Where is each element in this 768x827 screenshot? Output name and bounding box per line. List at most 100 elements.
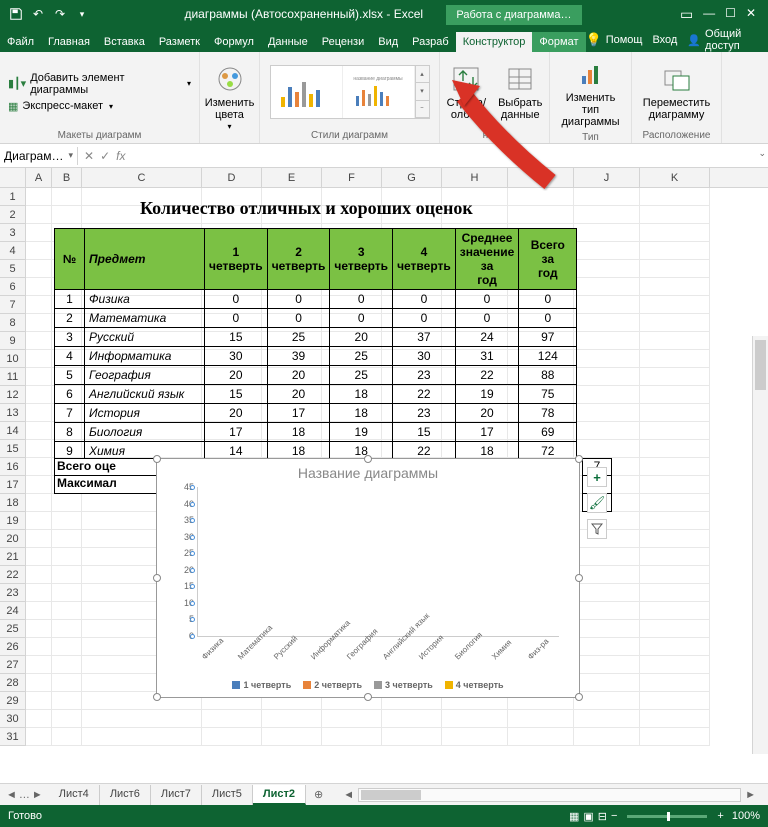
row-header[interactable]: 27 [0,656,26,674]
row-header[interactable]: 6 [0,278,26,296]
cancel-formula-icon[interactable]: ✕ [84,149,94,163]
zoom-level[interactable]: 100% [732,810,760,822]
sheet-tab[interactable]: Лист2 [253,785,306,805]
tab-review[interactable]: Рецензи [315,32,372,52]
formula-input[interactable] [131,154,768,158]
chart-legend[interactable]: 1 четверть 2 четверть 3 четверть 4 четве… [157,680,579,690]
chart-title[interactable]: Название диаграммы [157,459,579,487]
row-header[interactable]: 31 [0,728,26,746]
style-thumb-2[interactable]: название диаграммы [343,66,415,118]
horizontal-scrollbar[interactable]: ◄► [339,788,760,802]
vertical-scrollbar[interactable] [752,336,768,754]
row-header[interactable]: 24 [0,602,26,620]
row-header[interactable]: 10 [0,350,26,368]
qat-more-icon[interactable]: ▾ [74,6,90,22]
embedded-chart[interactable]: Название диаграммы 051015202530354045 Фи… [156,458,580,698]
row-header[interactable]: 1 [0,188,26,206]
row-header[interactable]: 18 [0,494,26,512]
save-icon[interactable] [8,6,24,22]
row-header[interactable]: 16 [0,458,26,476]
sheet-nav-next-icon[interactable]: ► [32,789,43,801]
chart-styles-button[interactable]: 🖌 [587,493,607,513]
change-colors-button[interactable]: Изменить цвета▾ [201,61,259,134]
tab-view[interactable]: Вид [371,32,405,52]
normal-view-icon[interactable]: ▦ [569,810,579,823]
row-header[interactable]: 9 [0,332,26,350]
row-header[interactable]: 28 [0,674,26,692]
row-header[interactable]: 21 [0,548,26,566]
col-header[interactable]: D [202,168,262,187]
col-header[interactable]: B [52,168,82,187]
col-header[interactable]: E [262,168,322,187]
row-header[interactable]: 12 [0,386,26,404]
select-data-button[interactable]: Выбрать данные [494,61,546,123]
row-header[interactable]: 15 [0,440,26,458]
row-header[interactable]: 8 [0,314,26,332]
col-header[interactable]: C [82,168,202,187]
zoom-out-icon[interactable]: − [611,810,617,822]
row-header[interactable]: 2 [0,206,26,224]
sheet-ellipsis[interactable]: … [19,789,30,801]
tab-home[interactable]: Главная [41,32,97,52]
row-header[interactable]: 20 [0,530,26,548]
move-chart-button[interactable]: Переместить диаграмму [638,61,715,123]
change-chart-type-button[interactable]: Изменить тип диаграммы [556,56,625,130]
close-icon[interactable]: ✕ [746,6,756,23]
undo-icon[interactable]: ↶ [30,6,46,22]
row-header[interactable]: 25 [0,620,26,638]
tab-help[interactable]: Помощ [606,34,643,46]
row-header[interactable]: 29 [0,692,26,710]
minimize-icon[interactable]: ― [703,6,715,23]
sheet-nav-prev-icon[interactable]: ◄ [6,789,17,801]
sheet-tab[interactable]: Лист7 [151,785,202,805]
tab-layout[interactable]: Разметк [152,32,207,52]
tab-data[interactable]: Данные [261,32,315,52]
zoom-in-icon[interactable]: + [717,810,723,822]
tab-share[interactable]: Общий доступ [705,28,760,52]
worksheet-grid[interactable]: ABCDEFGHIJK 1234567891011121314151617181… [0,168,768,798]
redo-icon[interactable]: ↷ [52,6,68,22]
col-header[interactable]: I [508,168,574,187]
name-box[interactable]: Диаграм…▾ [0,147,78,165]
tab-formulas[interactable]: Формул [207,32,261,52]
new-sheet-button[interactable]: ⊕ [306,785,331,804]
row-header[interactable]: 4 [0,242,26,260]
tab-file[interactable]: Файл [0,32,41,52]
help-icon[interactable]: 💡 [586,32,602,48]
chart-filter-button[interactable] [587,519,607,539]
chart-elements-button[interactable]: + [587,467,607,487]
row-header[interactable]: 14 [0,422,26,440]
row-header[interactable]: 7 [0,296,26,314]
col-header[interactable]: F [322,168,382,187]
row-header[interactable]: 17 [0,476,26,494]
ribbon-options-icon[interactable]: ▭ [680,6,693,23]
column-headers[interactable]: ABCDEFGHIJK [0,168,768,188]
add-chart-element-button[interactable]: ▮┃▾ Добавить элемент диаграммы▾ [6,71,193,97]
tab-developer[interactable]: Разраб [405,32,456,52]
row-header[interactable]: 22 [0,566,26,584]
sheet-tab[interactable]: Лист5 [202,785,253,805]
tab-insert[interactable]: Вставка [97,32,152,52]
maximize-icon[interactable]: ☐ [725,6,736,23]
page-break-view-icon[interactable]: ⊟ [598,810,607,823]
page-layout-view-icon[interactable]: ▣ [583,810,593,823]
col-header[interactable]: J [574,168,640,187]
tab-format[interactable]: Формат [532,32,585,52]
row-header[interactable]: 30 [0,710,26,728]
col-header[interactable]: H [442,168,508,187]
col-header[interactable]: A [26,168,52,187]
switch-row-column-button[interactable]: Строка/ олбец [443,61,490,123]
zoom-slider[interactable] [627,815,707,818]
tab-signin[interactable]: Вход [652,34,677,46]
enter-formula-icon[interactable]: ✓ [100,149,110,163]
expand-formula-icon[interactable]: ⌄ [758,148,766,159]
style-thumb-1[interactable] [271,66,343,118]
sheet-tab[interactable]: Лист6 [100,785,151,805]
row-header[interactable]: 19 [0,512,26,530]
chart-plot-area[interactable]: 051015202530354045 [197,487,559,637]
chart-styles-gallery[interactable]: название диаграммы ▴▾⁼ [270,65,430,119]
row-header[interactable]: 5 [0,260,26,278]
col-header[interactable]: G [382,168,442,187]
row-header[interactable]: 3 [0,224,26,242]
fx-icon[interactable]: fx [116,149,125,163]
